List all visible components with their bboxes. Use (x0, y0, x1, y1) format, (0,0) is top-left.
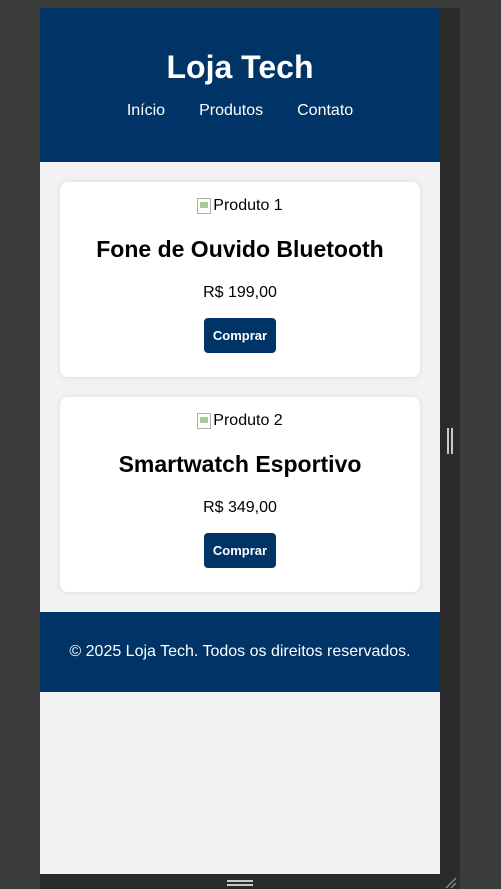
site-footer: © 2025 Loja Tech. Todos os direitos rese… (40, 612, 440, 692)
site-title: Loja Tech (166, 49, 314, 85)
nav-link-contato[interactable]: Contato (297, 101, 353, 121)
resize-handle-vertical[interactable] (227, 880, 253, 886)
footer-text: © 2025 Loja Tech. Todos os direitos rese… (69, 643, 411, 660)
site-header: Loja Tech Início Produtos Contato (40, 8, 440, 162)
broken-image-icon (197, 413, 212, 429)
product-price: R$ 349,00 (203, 499, 277, 516)
product-list: Produto 1 Fone de Ouvido Bluetooth R$ 19… (40, 162, 440, 592)
product-card: Produto 2 Smartwatch Esportivo R$ 349,00… (60, 397, 420, 592)
product-price: R$ 199,00 (203, 284, 277, 301)
nav-link-produtos[interactable]: Produtos (199, 101, 263, 121)
buy-button[interactable]: Comprar (204, 318, 276, 353)
resize-handle-horizontal[interactable] (447, 428, 453, 454)
page-viewport: Loja Tech Início Produtos Contato Produt… (40, 8, 440, 874)
broken-image-icon (197, 198, 212, 214)
product-image-alt: Produto 1 (213, 197, 283, 214)
buy-button[interactable]: Comprar (204, 533, 276, 568)
resize-corner-icon[interactable] (442, 875, 458, 889)
main-nav: Início Produtos Contato (40, 101, 440, 121)
product-image: Produto 1 (197, 196, 283, 216)
product-image: Produto 2 (197, 411, 283, 431)
product-card: Produto 1 Fone de Ouvido Bluetooth R$ 19… (60, 182, 420, 377)
product-name: Fone de Ouvido Bluetooth (96, 236, 384, 262)
product-image-alt: Produto 2 (213, 412, 283, 429)
nav-link-inicio[interactable]: Início (127, 101, 165, 121)
product-name: Smartwatch Esportivo (118, 451, 362, 477)
